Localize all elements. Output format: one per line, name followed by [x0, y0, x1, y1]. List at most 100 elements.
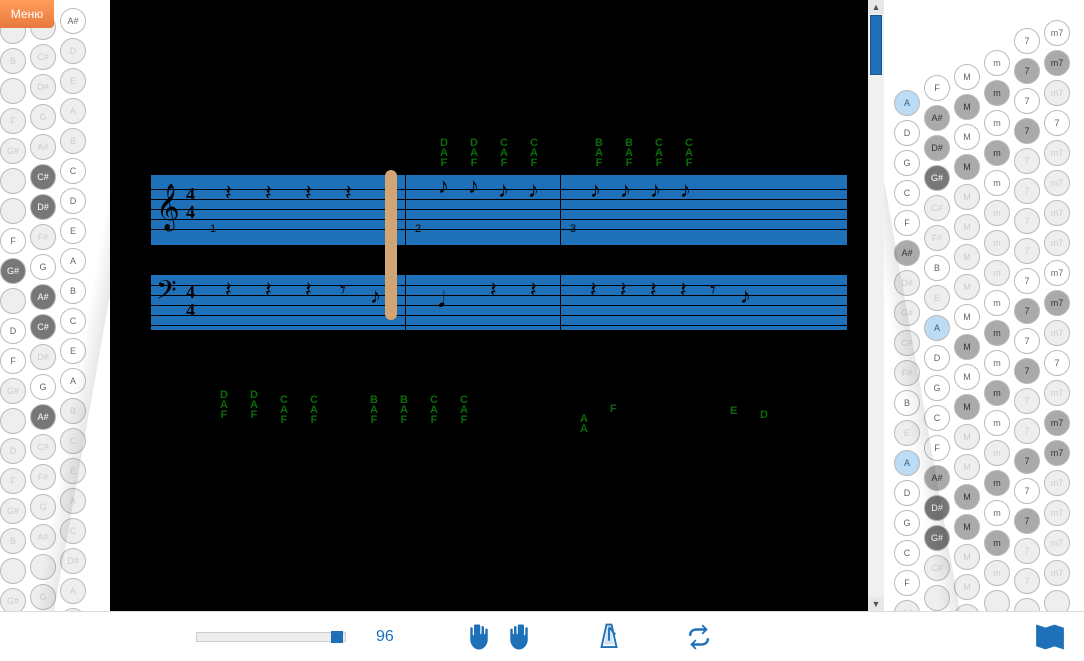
right-chord-button[interactable]: B: [924, 255, 950, 281]
right-chord-button[interactable]: F: [924, 75, 950, 101]
right-chord-button[interactable]: m7: [1044, 260, 1070, 286]
left-note-button[interactable]: A#: [30, 284, 56, 310]
left-note-button[interactable]: E: [60, 218, 86, 244]
right-chord-button[interactable]: M: [954, 214, 980, 240]
right-chord-button[interactable]: M: [954, 364, 980, 390]
right-chord-button[interactable]: m: [984, 140, 1010, 166]
left-note-button[interactable]: D#: [30, 194, 56, 220]
right-chord-button[interactable]: 7: [1014, 268, 1040, 294]
right-chord-button[interactable]: m7: [1044, 530, 1070, 556]
right-chord-button[interactable]: M: [954, 394, 980, 420]
right-chord-button[interactable]: 7: [1014, 118, 1040, 144]
right-chord-button[interactable]: M: [954, 544, 980, 570]
right-chord-button[interactable]: m: [984, 290, 1010, 316]
left-note-button[interactable]: B: [0, 48, 26, 74]
right-chord-button[interactable]: M: [954, 244, 980, 270]
right-chord-button[interactable]: M: [954, 274, 980, 300]
right-chord-button[interactable]: 7: [1014, 238, 1040, 264]
left-note-button[interactable]: A#: [30, 134, 56, 160]
left-note-button[interactable]: F: [0, 348, 26, 374]
right-chord-button[interactable]: A: [894, 90, 920, 116]
right-chord-button[interactable]: D: [894, 480, 920, 506]
right-chord-button[interactable]: m7: [1044, 470, 1070, 496]
left-note-button[interactable]: [0, 408, 26, 434]
left-note-button[interactable]: G#: [0, 378, 26, 404]
scroll-down[interactable]: ▼: [868, 597, 884, 611]
tempo-slider-thumb[interactable]: [331, 631, 343, 643]
right-chord-button[interactable]: E: [924, 285, 950, 311]
right-chord-button[interactable]: m: [984, 50, 1010, 76]
right-chord-button[interactable]: 7: [1014, 478, 1040, 504]
left-note-button[interactable]: G#: [0, 258, 26, 284]
left-note-button[interactable]: G#: [0, 498, 26, 524]
right-chord-button[interactable]: F#: [924, 225, 950, 251]
right-chord-button[interactable]: m: [984, 320, 1010, 346]
left-note-button[interactable]: A#: [60, 8, 86, 34]
left-note-button[interactable]: D#: [30, 74, 56, 100]
right-chord-button[interactable]: m7: [1044, 200, 1070, 226]
right-chord-button[interactable]: C: [924, 405, 950, 431]
left-note-button[interactable]: C#: [30, 434, 56, 460]
left-note-button[interactable]: C#: [30, 44, 56, 70]
right-chord-button[interactable]: 7: [1014, 448, 1040, 474]
right-chord-button[interactable]: m: [984, 230, 1010, 256]
left-hand-icon[interactable]: [464, 619, 494, 655]
left-note-button[interactable]: B: [0, 528, 26, 554]
right-chord-button[interactable]: m: [984, 200, 1010, 226]
left-note-button[interactable]: D: [0, 318, 26, 344]
left-note-button[interactable]: G: [30, 374, 56, 400]
right-chord-button[interactable]: m: [984, 380, 1010, 406]
right-chord-button[interactable]: m: [984, 500, 1010, 526]
left-note-button[interactable]: G: [30, 254, 56, 280]
right-chord-button[interactable]: 7: [1014, 58, 1040, 84]
right-chord-button[interactable]: m: [984, 530, 1010, 556]
left-note-button[interactable]: B: [60, 128, 86, 154]
metronome-icon[interactable]: [594, 619, 624, 655]
right-chord-button[interactable]: M: [954, 574, 980, 600]
right-chord-button[interactable]: C#: [924, 195, 950, 221]
map-icon[interactable]: [1032, 619, 1068, 655]
right-chord-button[interactable]: G: [894, 150, 920, 176]
left-note-button[interactable]: D#: [30, 344, 56, 370]
right-chord-button[interactable]: D: [924, 345, 950, 371]
right-chord-button[interactable]: A#: [924, 105, 950, 131]
right-chord-button[interactable]: 7: [1014, 328, 1040, 354]
right-chord-button[interactable]: m7: [1044, 80, 1070, 106]
scroll-thumb[interactable]: [870, 15, 882, 75]
right-chord-button[interactable]: 7: [1014, 358, 1040, 384]
right-chord-button[interactable]: m7: [1044, 410, 1070, 436]
playhead[interactable]: [385, 170, 397, 320]
right-chord-button[interactable]: m7: [1044, 20, 1070, 46]
menu-button[interactable]: Меню: [0, 0, 54, 28]
right-chord-button[interactable]: m7: [1044, 380, 1070, 406]
right-chord-button[interactable]: M: [954, 424, 980, 450]
right-chord-button[interactable]: m: [984, 260, 1010, 286]
right-chord-button[interactable]: m: [984, 350, 1010, 376]
right-chord-button[interactable]: m: [984, 560, 1010, 586]
right-chord-button[interactable]: M: [954, 454, 980, 480]
right-chord-button[interactable]: 7: [1014, 568, 1040, 594]
left-note-button[interactable]: F#: [30, 224, 56, 250]
right-chord-button[interactable]: D#: [924, 135, 950, 161]
right-chord-button[interactable]: m7: [1044, 290, 1070, 316]
right-chord-button[interactable]: M: [954, 334, 980, 360]
score-scrollbar[interactable]: ▲ ▼: [868, 0, 884, 611]
right-chord-button[interactable]: 7: [1014, 208, 1040, 234]
tempo-slider[interactable]: [196, 632, 346, 642]
left-note-button[interactable]: C#: [30, 164, 56, 190]
right-chord-button[interactable]: m7: [1044, 560, 1070, 586]
right-chord-button[interactable]: 7: [1014, 28, 1040, 54]
scroll-up[interactable]: ▲: [868, 0, 884, 14]
right-chord-button[interactable]: m: [984, 470, 1010, 496]
left-note-button[interactable]: G: [30, 104, 56, 130]
left-note-button[interactable]: [0, 288, 26, 314]
right-chord-button[interactable]: M: [954, 184, 980, 210]
right-chord-button[interactable]: m: [984, 80, 1010, 106]
left-note-button[interactable]: D: [0, 438, 26, 464]
left-note-button[interactable]: C: [60, 158, 86, 184]
left-note-button[interactable]: [0, 78, 26, 104]
right-chord-button[interactable]: m7: [1044, 440, 1070, 466]
right-chord-button[interactable]: M: [954, 484, 980, 510]
loop-icon[interactable]: [684, 619, 714, 655]
right-chord-button[interactable]: C: [894, 180, 920, 206]
